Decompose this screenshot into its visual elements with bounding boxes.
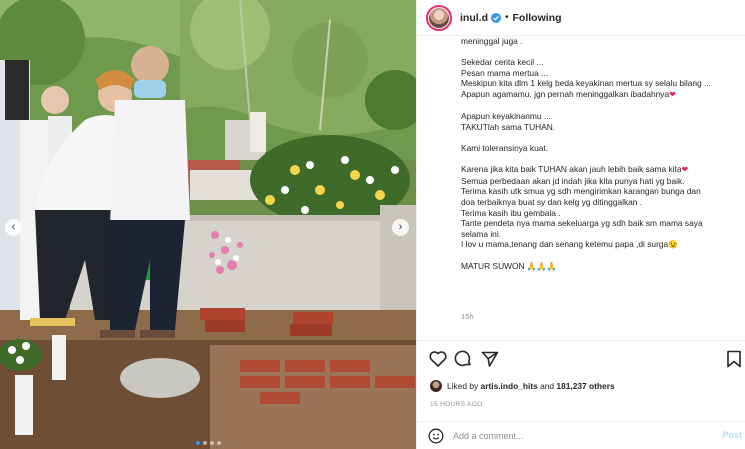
caption-text: Terima kasih ibu gembala .: [461, 207, 561, 218]
post-timestamp[interactable]: 15 HOURS AGO: [430, 401, 483, 408]
caption-text: Sekedar cerita kecil ...: [461, 57, 544, 68]
caption-line: meninggal juga .: [461, 36, 743, 47]
caption-text: doa terbaiknya buat sy dan kelg yg ditin…: [461, 196, 643, 207]
carousel-prev-button[interactable]: ‹: [5, 219, 22, 236]
caption-text: TAKUTlah sama TUHAN.: [461, 121, 556, 132]
liker-username[interactable]: artis.indo_hits: [481, 381, 538, 391]
caption-blank-line: [461, 47, 743, 58]
avatar[interactable]: [426, 4, 452, 31]
post-side-panel: inul.d • Following meninggal juga . Seked…: [416, 0, 745, 449]
caption-text: Apapun keyakinanmu ...: [461, 111, 551, 122]
caption-text: MATUR SUWON: [461, 261, 525, 272]
photo-illustration: [0, 0, 416, 449]
caption-line: selama ini.: [461, 229, 743, 240]
caption-line: Terima kasih ibu gembala .: [461, 208, 743, 219]
comment-input[interactable]: [453, 430, 703, 441]
following-button[interactable]: Following: [513, 12, 562, 24]
caption-age[interactable]: 15h: [461, 312, 474, 321]
caption-blank-line: [461, 132, 743, 143]
caption-line: Karena jika kita baik TUHAN akan jauh le…: [461, 164, 743, 176]
verified-badge-icon: [491, 12, 501, 23]
caption-text: Pesan mama mertua ...: [461, 67, 549, 78]
caption-line: Terima kasih utk smua yg sdh mengirimkan…: [461, 186, 743, 197]
caption-line: Apapun keyakinanmu ...: [461, 111, 743, 122]
caption-line: Apapun agamamu, jgn pernah meninggalkan …: [461, 89, 743, 101]
caption-blank-line: [461, 251, 743, 262]
carousel-dot: [195, 441, 200, 445]
likes-prefix: Liked by: [447, 381, 479, 391]
caption-line: Tante pendeta nya mama sekeluarga yg sdh…: [461, 218, 743, 229]
carousel-next-button[interactable]: ›: [392, 219, 409, 236]
carousel-dot: [202, 441, 207, 445]
caption-line: TAKUTlah sama TUHAN.: [461, 122, 743, 133]
caption-text: Karena jika kita baik TUHAN akan jauh le…: [461, 164, 682, 175]
username-link[interactable]: inul.d: [460, 12, 488, 24]
post-caption: meninggal juga . Sekedar cerita kecil ...…: [461, 36, 743, 326]
caption-text: Kami toleransinya kuat.: [461, 142, 549, 153]
caption-line: Kami toleransinya kuat.: [461, 143, 743, 154]
caption-text: selama ini.: [461, 228, 502, 239]
caption-text: Terima kasih utk smua yg sdh mengirimkan…: [461, 186, 701, 197]
liker-avatar[interactable]: [430, 380, 442, 392]
likes-joiner: and: [540, 381, 555, 391]
comment-bar: Post: [417, 422, 745, 449]
caption-text: Semua perbedaan akan jd indah jika kita …: [461, 175, 685, 186]
carousel-dot: [209, 441, 214, 445]
carousel-indicator: [0, 441, 416, 445]
caption-line: Sekedar cerita kecil ...: [461, 57, 743, 68]
chevron-right-icon: ›: [398, 221, 403, 233]
caption-text: Apapun agamamu, jgn pernah meninggalkan …: [461, 88, 670, 99]
post-comment-button[interactable]: Post: [722, 430, 742, 440]
header-separator: •: [505, 12, 509, 23]
caption-text: I lov u mama,tenang dan senang ketemu pa…: [461, 239, 669, 250]
caption-text: Tante pendeta nya mama sekeluarga yg sdh…: [461, 218, 703, 229]
comment-bubble-icon[interactable]: [453, 349, 473, 369]
caption-blank-line: [461, 101, 743, 112]
bookmark-icon[interactable]: [724, 349, 744, 369]
smiley-icon[interactable]: [428, 428, 444, 444]
likes-summary: Liked by artis.indo_hits and 181,237 oth…: [430, 380, 615, 392]
paper-plane-icon[interactable]: [480, 349, 500, 369]
heart-emoji-icon: ❤: [669, 89, 676, 99]
caption-line: MATUR SUWON 🙏🙏🙏: [461, 261, 743, 273]
caption-line: I lov u mama,tenang dan senang ketemu pa…: [461, 239, 743, 251]
caption-text: meninggal juga .: [461, 36, 523, 46]
action-bar: [417, 349, 745, 371]
caption-line: doa terbaiknya buat sy dan kelg yg ditin…: [461, 197, 743, 208]
chevron-left-icon: ‹: [11, 221, 16, 233]
heart-outline-icon[interactable]: [428, 349, 448, 369]
post-header: inul.d • Following: [417, 0, 745, 36]
caption-blank-line: [461, 154, 743, 165]
post-photo[interactable]: ‹ ›: [0, 0, 416, 449]
wink-emoji-icon: 😉: [668, 240, 679, 250]
caption-line: Semua perbedaan akan jd indah jika kita …: [461, 176, 743, 187]
divider: [417, 340, 745, 341]
caption-line: Pesan mama mertua ...: [461, 68, 743, 79]
heart-emoji-icon: ❤: [681, 165, 689, 175]
caption-line: Meskipun kita dlm 1 kelg beda keyakinan …: [461, 78, 743, 89]
caption-text: Meskipun kita dlm 1 kelg beda keyakinan …: [461, 78, 711, 89]
likes-count[interactable]: 181,237 others: [556, 381, 614, 391]
carousel-dot: [216, 441, 221, 445]
pray-emoji-icon: 🙏🙏🙏: [526, 262, 557, 272]
